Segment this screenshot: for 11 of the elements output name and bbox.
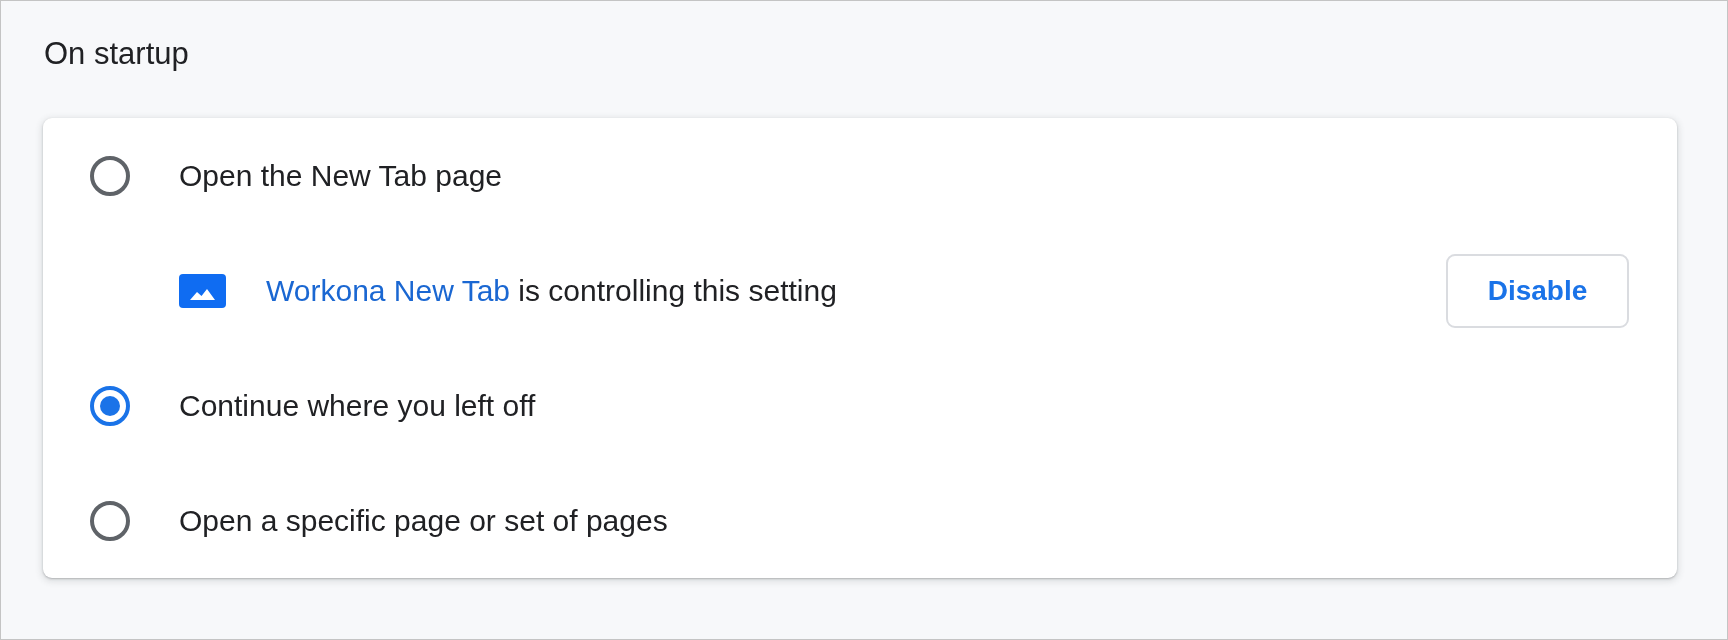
radio-button[interactable]: [90, 500, 130, 541]
option-label: Continue where you left off: [179, 387, 536, 424]
option-label: Open a specific page or set of pages: [179, 502, 668, 539]
extension-link[interactable]: Workona New Tab: [266, 273, 510, 307]
image-icon: [179, 273, 226, 308]
radio-button[interactable]: [90, 155, 130, 196]
option-label: Open the New Tab page: [179, 157, 502, 194]
extension-notice: Workona New Tab is controlling this setting: [266, 272, 837, 309]
radio-button[interactable]: [90, 385, 130, 426]
section-title: On startup: [44, 35, 189, 73]
disable-button[interactable]: Disable: [1446, 253, 1629, 328]
